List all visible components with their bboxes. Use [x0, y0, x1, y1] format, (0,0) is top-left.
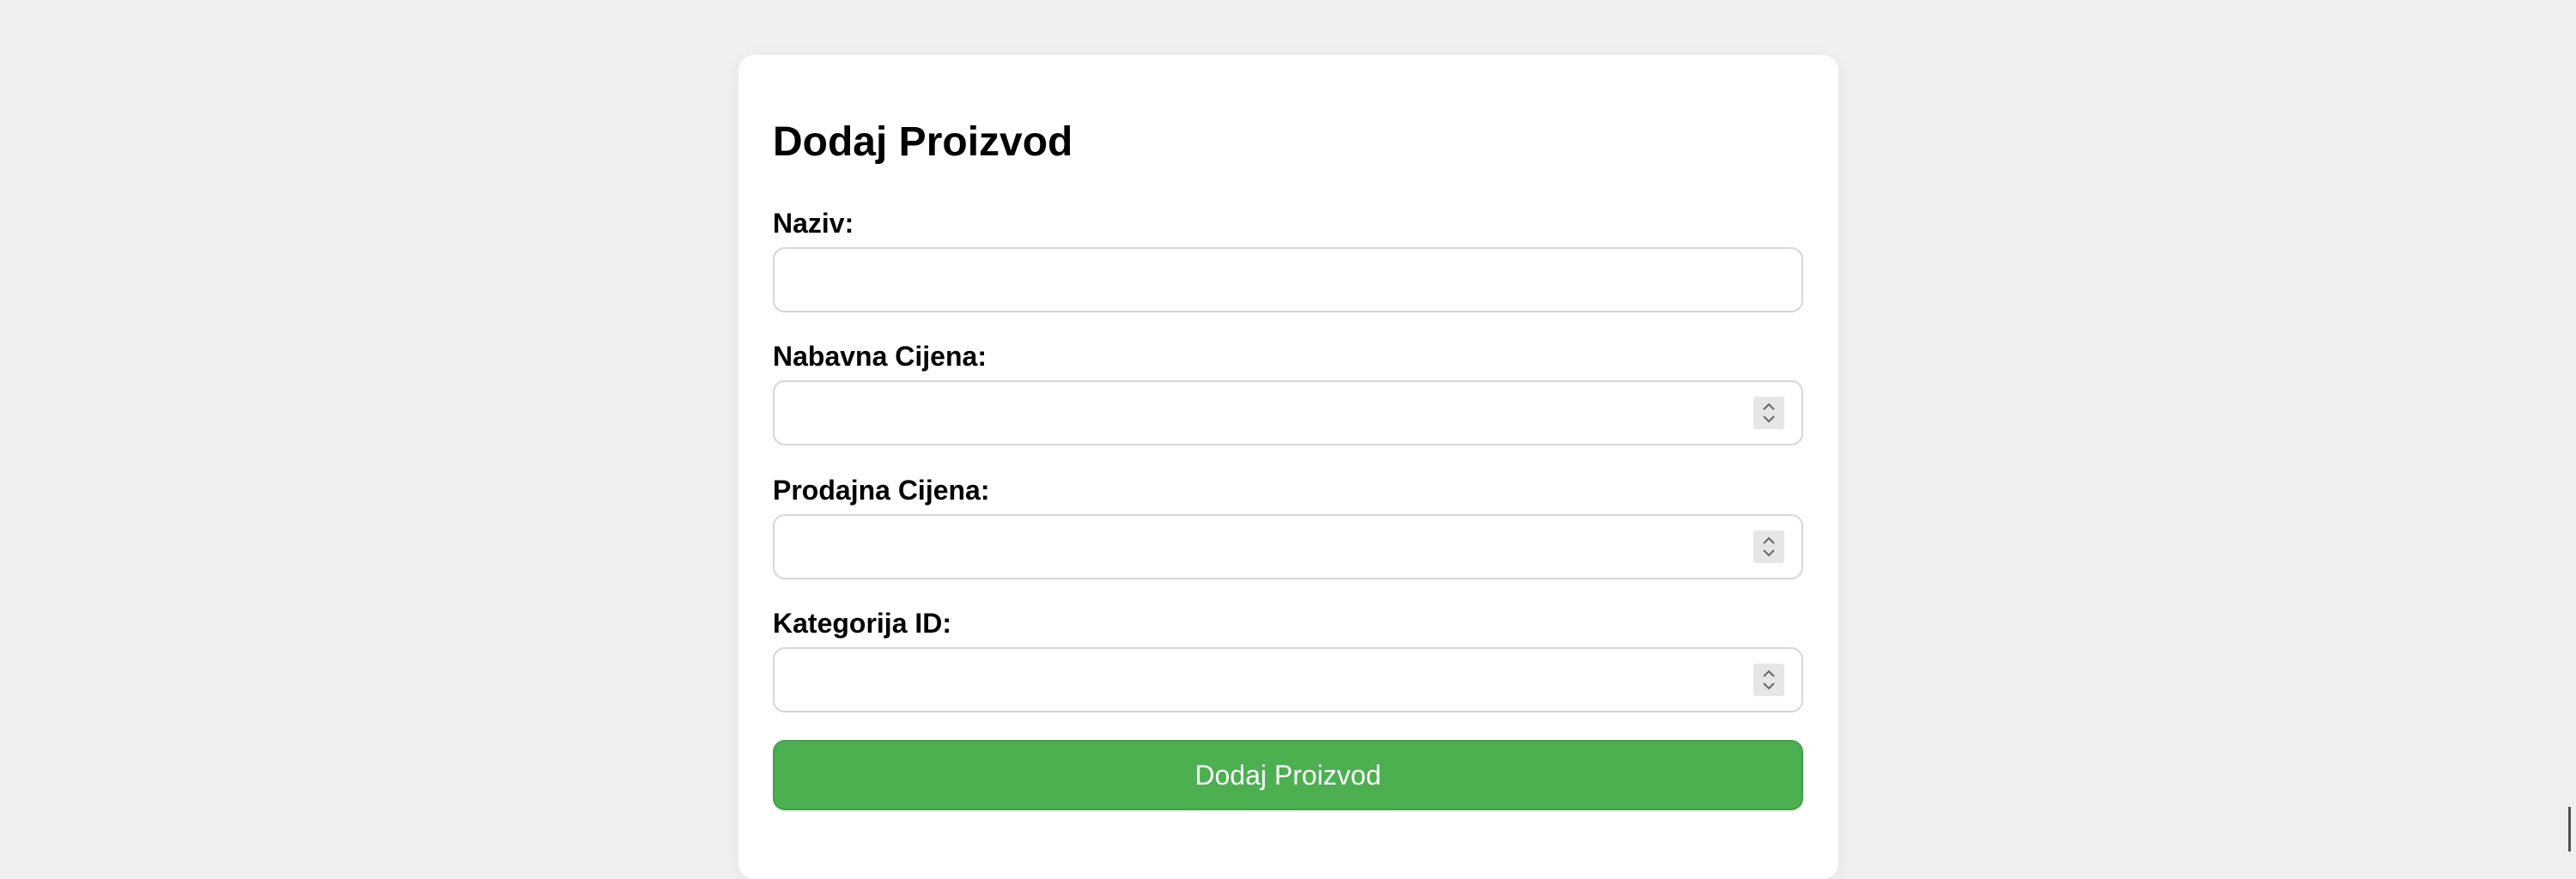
nabavna-cijena-input[interactable] — [775, 382, 1801, 444]
scrollbar-thumb[interactable] — [2568, 807, 2571, 852]
nabavna-cijena-label: Nabavna Cijena: — [773, 341, 987, 372]
nabavna-cijena-field-box — [773, 380, 1803, 446]
kategorija-id-label: Kategorija ID: — [773, 608, 952, 639]
number-spinner-icon[interactable] — [1753, 397, 1784, 429]
naziv-input[interactable] — [775, 249, 1801, 311]
naziv-field-box — [773, 247, 1803, 312]
kategorija-id-input[interactable] — [775, 649, 1801, 711]
prodajna-cijena-field-box — [773, 514, 1803, 579]
product-form-card: Dodaj Proizvod Naziv: Nabavna Cijena: Pr… — [738, 55, 1838, 879]
kategorija-id-field-box — [773, 647, 1803, 712]
prodajna-cijena-input[interactable] — [775, 516, 1801, 578]
add-product-button[interactable]: Dodaj Proizvod — [773, 740, 1803, 810]
number-spinner-icon[interactable] — [1753, 530, 1784, 563]
number-spinner-icon[interactable] — [1753, 664, 1784, 696]
naziv-label: Naziv: — [773, 208, 854, 239]
page-title: Dodaj Proizvod — [773, 119, 1073, 165]
prodajna-cijena-label: Prodajna Cijena: — [773, 475, 990, 506]
